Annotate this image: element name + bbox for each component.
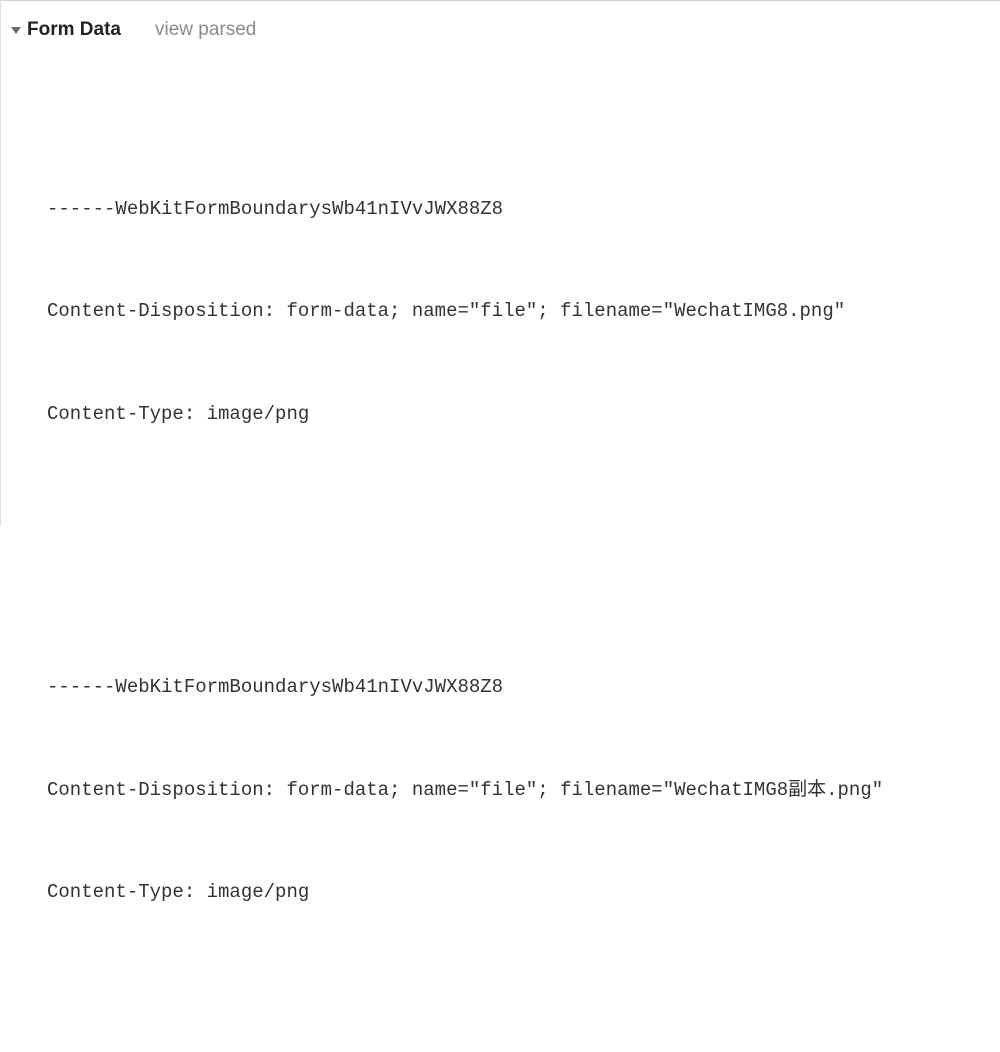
disclosure-triangle-icon[interactable] — [11, 27, 21, 34]
content-type-line: Content-Type: image/png — [47, 397, 1000, 431]
boundary-line: ------WebKitFormBoundarysWb41nIVvJWX88Z8 — [47, 192, 1000, 226]
multipart-block: ------WebKitFormBoundarysWb41nIVvJWX88Z8… — [47, 602, 1000, 978]
content-type-line: Content-Type: image/png — [47, 875, 1000, 909]
boundary-line: ------WebKitFormBoundarysWb41nIVvJWX88Z8 — [47, 670, 1000, 704]
view-parsed-link[interactable]: view parsed — [155, 19, 256, 41]
multipart-block: ------WebKitFormBoundarysWb41nIVvJWX88Z8… — [47, 123, 1000, 499]
form-data-section-header: Form Data view parsed — [1, 15, 1000, 55]
content-disposition-line: Content-Disposition: form-data; name="fi… — [47, 773, 1000, 807]
content-disposition-line: Content-Disposition: form-data; name="fi… — [47, 294, 1000, 328]
form-data-payload: ------WebKitFormBoundarysWb41nIVvJWX88Z8… — [1, 55, 1000, 1052]
section-title: Form Data — [27, 19, 121, 41]
